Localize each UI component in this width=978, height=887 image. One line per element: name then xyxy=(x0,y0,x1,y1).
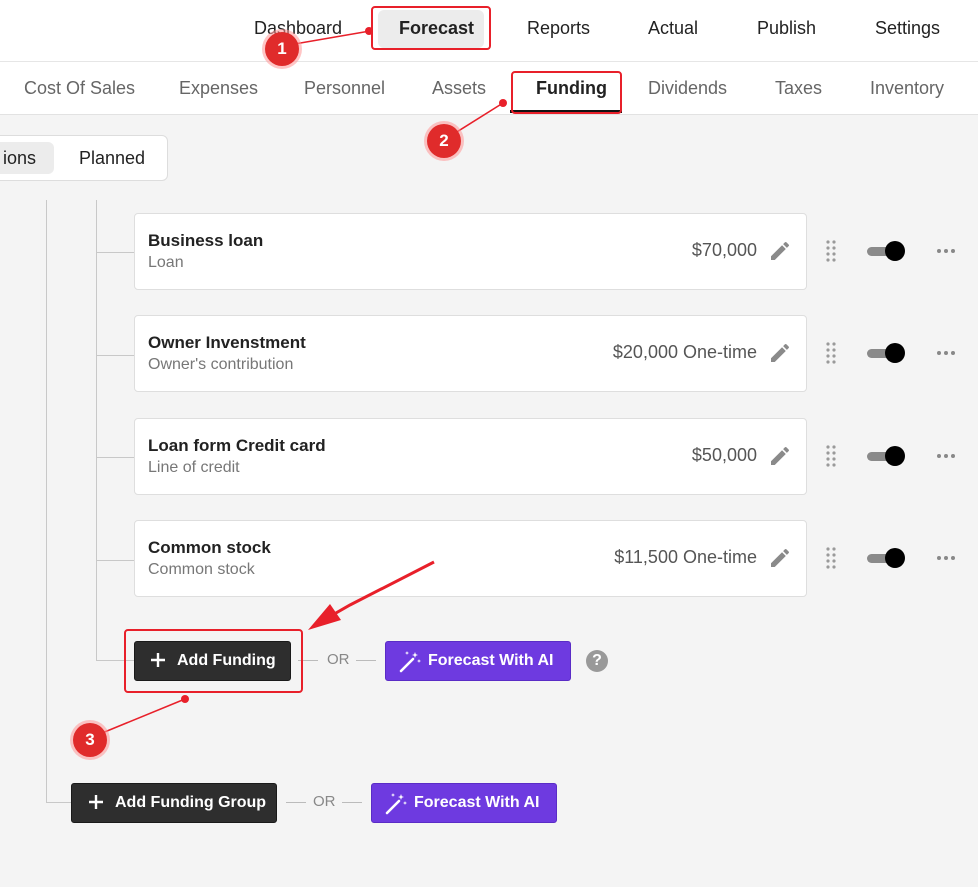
step-badge-1: 1 xyxy=(265,32,299,66)
annotation-arrows xyxy=(89,27,507,739)
step-badge-3: 3 xyxy=(73,723,107,757)
step-badge-2: 2 xyxy=(427,124,461,158)
